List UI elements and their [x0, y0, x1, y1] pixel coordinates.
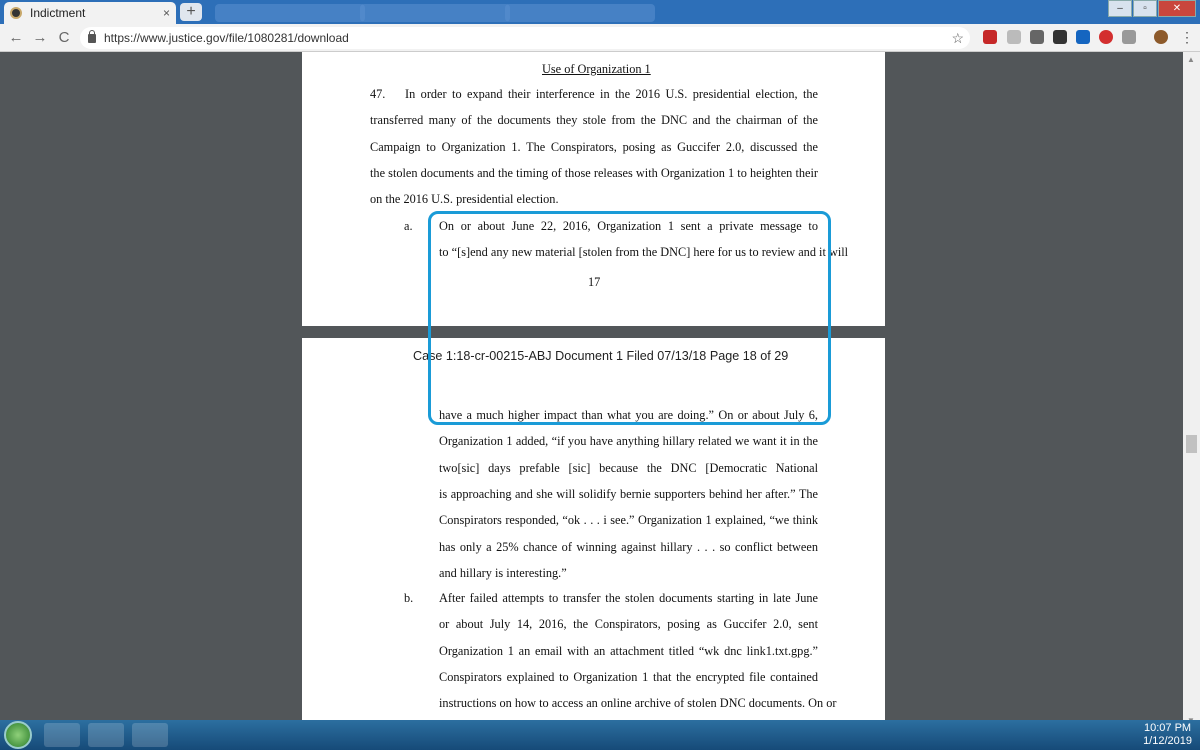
- scroll-up-icon[interactable]: ▲: [1187, 55, 1195, 64]
- text-line: instructions on how to access an online …: [439, 696, 837, 711]
- screen: Indictment × + – ▫ ✕ ← → C https://www.j…: [0, 0, 1200, 750]
- paragraph-number: 47.: [370, 87, 386, 101]
- tab-strip: Indictment × + – ▫ ✕: [0, 0, 1200, 24]
- text-line: the stolen documents and the timing of t…: [370, 165, 818, 180]
- text-line: and hillary is interesting.”: [439, 565, 567, 580]
- text-line: Campaign to Organization 1. The Conspira…: [370, 139, 818, 154]
- minimize-button[interactable]: –: [1108, 0, 1132, 17]
- text-line: is approaching and she will solidify ber…: [439, 486, 818, 501]
- clock-date: 1/12/2019: [1143, 735, 1192, 747]
- subparagraph-label-a: a.: [404, 219, 413, 233]
- extension-icon[interactable]: [1030, 30, 1044, 44]
- scrollbar[interactable]: ▲ ▼: [1183, 52, 1200, 728]
- text-line: Organization 1 an email with an attachme…: [439, 643, 818, 658]
- scroll-thumb[interactable]: [1186, 435, 1197, 453]
- text-line: After failed attempts to transfer the st…: [439, 591, 818, 605]
- extension-icon[interactable]: [1122, 30, 1136, 44]
- text-line: transferred many of the documents they s…: [370, 113, 818, 128]
- text-line: on the 2016 U.S. presidential election.: [370, 192, 559, 207]
- address-bar[interactable]: https://www.justice.gov/file/1080281/dow…: [80, 27, 970, 49]
- bookmark-star-icon[interactable]: ☆: [951, 30, 964, 47]
- background-tab[interactable]: [215, 4, 365, 22]
- chrome-icon[interactable]: [44, 723, 80, 747]
- clock-time: 10:07 PM: [1143, 722, 1192, 734]
- back-button[interactable]: ←: [4, 29, 28, 46]
- url-text: https://www.justice.gov/file/1080281/dow…: [104, 31, 349, 45]
- background-tab[interactable]: [360, 4, 510, 22]
- doj-seal-icon: [10, 7, 22, 19]
- text-line: Organization 1 added, “if you have anyth…: [439, 434, 818, 449]
- close-tab-icon[interactable]: ×: [163, 6, 170, 20]
- text-line: In order to expand their interference in…: [405, 87, 818, 101]
- section-title: Use of Organization 1: [542, 62, 651, 76]
- reload-button[interactable]: C: [52, 29, 76, 46]
- extension-icon[interactable]: [1007, 30, 1021, 44]
- play-icon[interactable]: [1099, 30, 1113, 44]
- maximize-button[interactable]: ▫: [1133, 0, 1157, 17]
- start-button[interactable]: [4, 721, 32, 749]
- lock-icon: [88, 29, 96, 43]
- tab-indictment[interactable]: Indictment ×: [4, 2, 176, 24]
- text-line: Conspirators responded, “ok . . . i see.…: [439, 513, 818, 528]
- close-window-button[interactable]: ✕: [1158, 0, 1196, 17]
- taskbar: 10:07 PM 1/12/2019: [0, 720, 1200, 750]
- window-controls: – ▫ ✕: [1108, 0, 1196, 17]
- forward-button[interactable]: →: [28, 29, 52, 46]
- download-icon[interactable]: [1076, 30, 1090, 44]
- paint-icon[interactable]: [132, 723, 168, 747]
- text-line: Conspirators explained to Organization 1…: [439, 669, 818, 684]
- text-line: or about July 14, 2016, the Conspirators…: [439, 617, 818, 632]
- subparagraph-label-b: b.: [404, 591, 414, 605]
- ublock-icon[interactable]: [983, 30, 997, 44]
- menu-kebab-icon[interactable]: ⋮: [1180, 30, 1194, 44]
- profile-avatar[interactable]: [1154, 30, 1168, 44]
- extension-icon[interactable]: [1053, 30, 1067, 44]
- new-tab-button[interactable]: +: [180, 3, 202, 21]
- system-clock[interactable]: 10:07 PM 1/12/2019: [1143, 722, 1192, 748]
- highlight-annotation: [428, 211, 831, 425]
- tab-title: Indictment: [30, 6, 86, 20]
- text-line: two[sic] days prefable [sic] because the…: [439, 460, 818, 475]
- text-line: has only a 25% chance of winning against…: [439, 539, 818, 554]
- background-tab[interactable]: [505, 4, 655, 22]
- notepad-icon[interactable]: [88, 723, 124, 747]
